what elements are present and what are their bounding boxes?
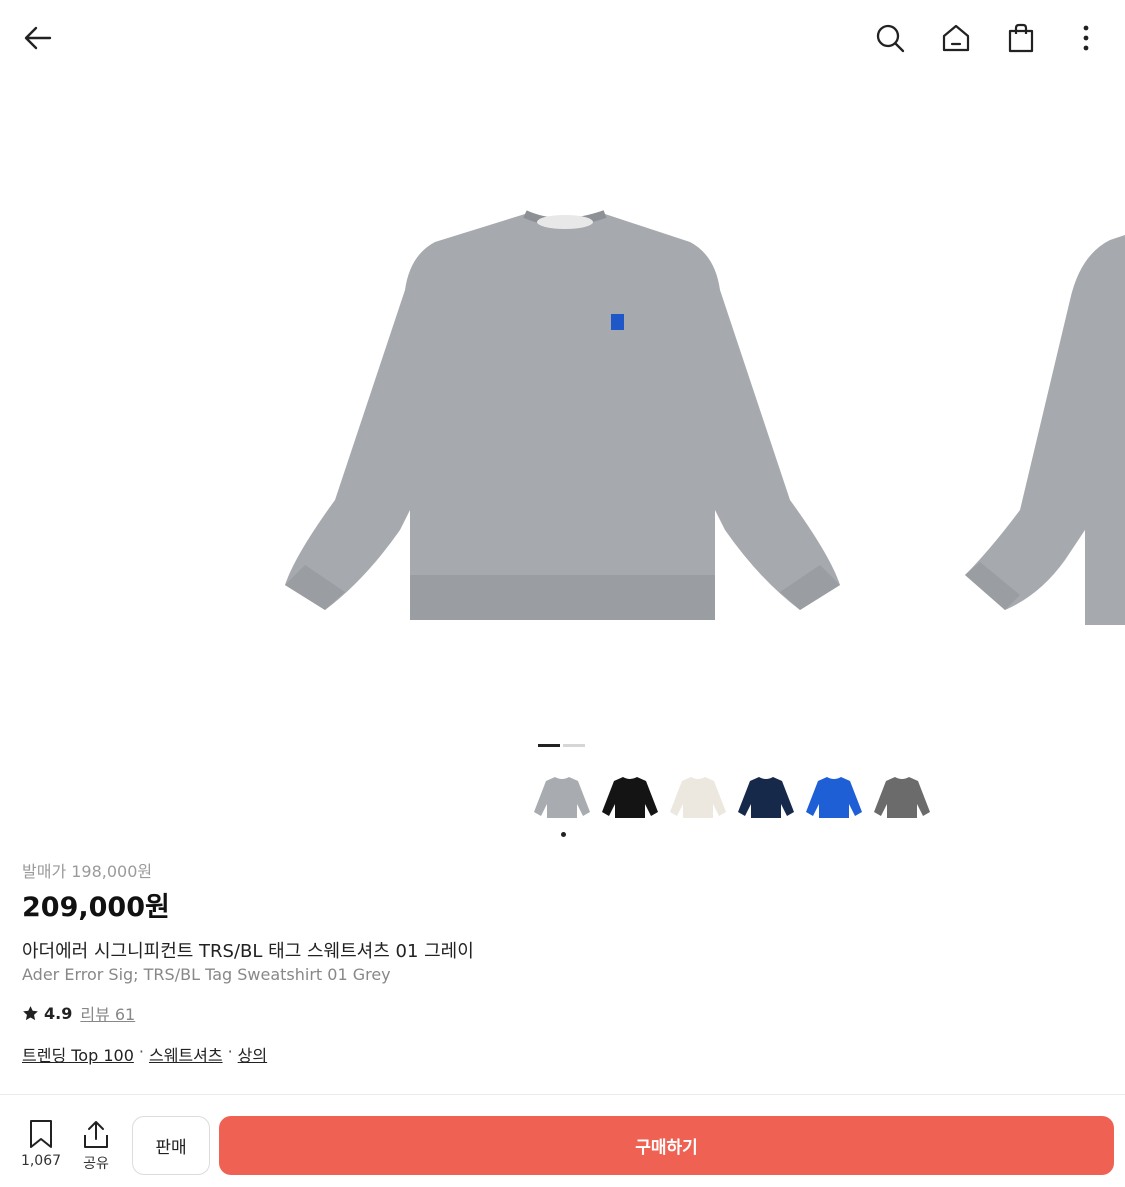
sell-button[interactable]: 판매 — [132, 1116, 210, 1175]
tag-sweatshirt[interactable]: 스웨트셔츠 — [149, 1042, 223, 1066]
sweatshirt-thumbnail-icon — [670, 777, 726, 818]
search-button[interactable] — [870, 18, 910, 58]
bottom-action-bar: 1,067 공유 판매 구매하기 — [0, 1095, 1125, 1187]
pager-segment — [563, 744, 585, 747]
search-icon — [876, 24, 905, 53]
home-button[interactable] — [936, 18, 976, 58]
top-bar — [0, 0, 1125, 80]
color-option-blue[interactable] — [804, 770, 864, 824]
sweatshirt-thumbnail-icon — [874, 777, 930, 818]
tag-separator: · — [227, 1042, 233, 1061]
share-button[interactable]: 공유 — [74, 1119, 118, 1175]
sweatshirt-body — [285, 214, 840, 620]
rating-row: 4.9 리뷰 61 — [22, 1002, 135, 1024]
buy-button[interactable]: 구매하기 — [219, 1116, 1114, 1175]
tag-separator: · — [138, 1042, 144, 1061]
bookmark-button[interactable]: 1,067 — [16, 1119, 66, 1175]
logo-patch — [611, 314, 624, 330]
sweatshirt-thumbnail-icon — [534, 777, 590, 818]
current-price: 209,000원 — [22, 892, 170, 923]
color-option-charcoal[interactable] — [872, 770, 932, 824]
back-button[interactable] — [18, 18, 58, 58]
cart-button[interactable] — [1001, 18, 1041, 58]
product-image-carousel[interactable] — [0, 80, 1125, 730]
sweatshirt-thumbnail-icon — [738, 777, 794, 818]
sweatshirt-thumbnail-icon — [806, 777, 862, 818]
share-icon — [84, 1121, 108, 1148]
color-option-cream[interactable] — [668, 770, 728, 824]
bookmark-icon — [30, 1120, 52, 1148]
rating-score: 4.9 — [44, 1003, 73, 1023]
selected-color-indicator — [561, 832, 566, 837]
color-option-black[interactable] — [600, 770, 660, 824]
home-icon — [942, 24, 970, 52]
pager-active-segment — [538, 744, 560, 747]
review-link[interactable]: 리뷰 61 — [80, 1001, 135, 1025]
color-options — [532, 770, 942, 826]
bookmark-count: 1,067 — [20, 1153, 62, 1169]
more-vertical-icon — [1083, 25, 1089, 51]
share-label: 공유 — [83, 1156, 109, 1172]
arrow-left-icon — [24, 26, 52, 50]
tag-trending[interactable]: 트렌딩 Top 100 — [22, 1042, 134, 1066]
product-name-english: Ader Error Sig; TRS/BL Tag Sweatshirt 01… — [22, 965, 391, 984]
shopping-bag-icon — [1008, 23, 1034, 53]
release-price: 발매가 198,000원 — [22, 862, 153, 881]
sweatshirt-thumbnail-icon — [602, 777, 658, 818]
more-button[interactable] — [1066, 18, 1106, 58]
category-tags: 트렌딩 Top 100 · 스웨트셔츠 · 상의 — [22, 1042, 267, 1066]
product-name-korean: 아더에러 시그니피컨트 TRS/BL 태그 스웨트셔츠 01 그레이 — [22, 941, 474, 962]
carousel-pager — [538, 744, 588, 747]
color-option-grey[interactable] — [532, 770, 592, 824]
product-image — [285, 210, 840, 620]
next-product-image — [965, 235, 1125, 625]
star-icon — [23, 1005, 38, 1020]
color-option-navy[interactable] — [736, 770, 796, 824]
tag-tops[interactable]: 상의 — [238, 1042, 267, 1066]
